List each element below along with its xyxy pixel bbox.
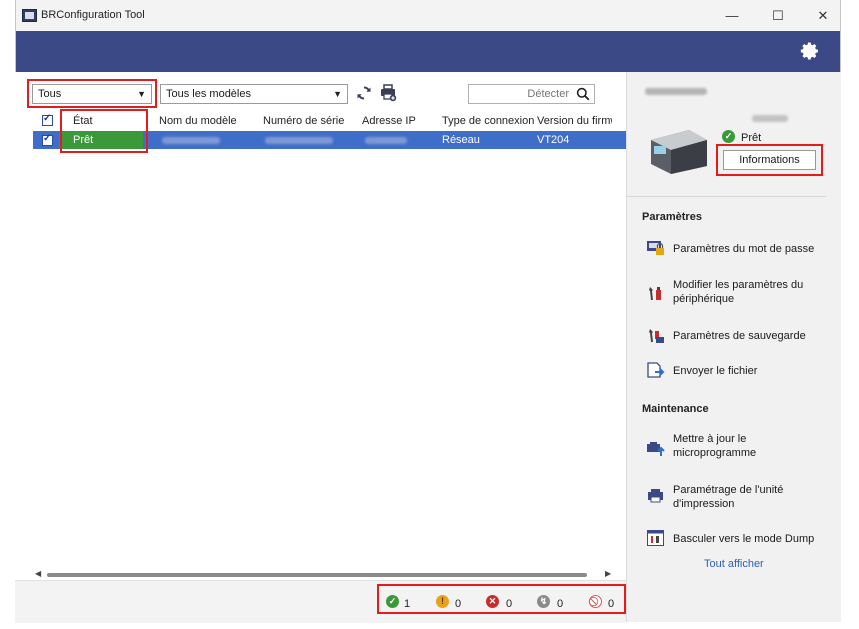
check-circle-icon: ✓ xyxy=(386,595,399,608)
informations-button[interactable]: Informations xyxy=(723,150,816,170)
maintenance-section-title: Maintenance xyxy=(642,403,709,415)
firmware-update-icon xyxy=(647,442,665,456)
detect-input[interactable] xyxy=(469,85,569,103)
model-name-redacted xyxy=(162,137,220,144)
password-settings-link[interactable]: Paramètres du mot de passe xyxy=(673,242,814,256)
firmware-update-link[interactable]: Mettre à jour le microprogramme xyxy=(673,432,756,460)
print-unit-settings-link[interactable]: Paramétrage de l'unité d'impression xyxy=(673,483,783,511)
table-header: État Nom du modèle Numéro de série Adres… xyxy=(15,111,626,131)
gear-icon[interactable] xyxy=(799,40,821,62)
column-header-connection[interactable]: Type de connexion xyxy=(442,115,534,127)
dump-mode-icon xyxy=(647,530,664,546)
close-button[interactable]: ✕ xyxy=(811,7,835,25)
backup-settings-link[interactable]: Paramètres de sauvegarde xyxy=(673,329,806,343)
refresh-icon[interactable] xyxy=(356,85,372,101)
status-filter-select[interactable]: Tous ▼ xyxy=(32,84,152,104)
device-list-area xyxy=(15,72,626,622)
show-all-link[interactable]: Tout afficher xyxy=(704,557,764,571)
device-ip-redacted xyxy=(752,115,788,122)
device-settings-icon xyxy=(649,287,661,300)
title-bar: BRConfiguration Tool — ☐ ✕ xyxy=(16,0,840,31)
settings-section-title: Paramètres xyxy=(642,211,702,223)
search-icon[interactable] xyxy=(576,87,590,101)
error-icon: ✕ xyxy=(486,595,499,608)
device-name-redacted xyxy=(645,88,707,95)
column-header-serial[interactable]: Numéro de série xyxy=(263,115,344,127)
column-header-status[interactable]: État xyxy=(73,115,93,127)
column-header-firmware[interactable]: Version du firmwa xyxy=(537,115,612,127)
model-filter-select[interactable]: Tous les modèles ▼ xyxy=(160,84,348,104)
detect-search-field[interactable] xyxy=(468,84,595,104)
chevron-down-icon: ▼ xyxy=(137,89,146,99)
password-settings-icon xyxy=(647,241,664,255)
scroll-right-icon[interactable]: ▶ xyxy=(605,569,611,578)
header-band xyxy=(16,31,840,72)
scroll-left-icon[interactable]: ◀ xyxy=(35,569,41,578)
model-filter-value: Tous les modèles xyxy=(166,88,251,100)
status-filter-value: Tous xyxy=(38,88,62,100)
status-bar xyxy=(15,580,626,623)
serial-number-redacted xyxy=(265,137,333,144)
print-unit-settings-icon xyxy=(648,489,663,503)
maximize-button[interactable]: ☐ xyxy=(766,7,790,25)
offline-count: 0 xyxy=(557,598,564,610)
ip-address-redacted xyxy=(365,137,407,144)
horizontal-scrollbar[interactable]: ◀ ▶ xyxy=(35,569,626,580)
chevron-down-icon: ▼ xyxy=(333,89,342,99)
status-cell: Prêt xyxy=(59,131,143,149)
window-title: BRConfiguration Tool xyxy=(41,9,145,21)
row-checkbox[interactable] xyxy=(42,133,53,146)
firmware-cell: VT204 xyxy=(537,134,570,146)
column-header-ip[interactable]: Adresse IP xyxy=(362,115,416,127)
ok-count: 1 xyxy=(404,598,411,610)
device-settings-link[interactable]: Modifier les paramètres du périphérique xyxy=(673,278,803,306)
warning-count: 0 xyxy=(455,598,462,610)
select-all-checkbox[interactable] xyxy=(42,113,53,126)
error-count: 0 xyxy=(506,598,513,610)
connection-cell: Réseau xyxy=(442,134,480,146)
disabled-count: 0 xyxy=(608,598,615,610)
dump-mode-link[interactable]: Basculer vers le mode Dump xyxy=(673,532,814,546)
minimize-button[interactable]: — xyxy=(720,7,744,25)
send-file-link[interactable]: Envoyer le fichier xyxy=(673,364,757,378)
printer-image xyxy=(651,130,707,174)
table-row[interactable]: Prêt Réseau VT204 xyxy=(33,131,626,149)
backup-settings-icon xyxy=(649,329,664,343)
printer-add-icon[interactable] xyxy=(378,83,398,102)
divider xyxy=(627,196,826,197)
disabled-icon: ⃠ xyxy=(589,595,602,608)
send-file-icon xyxy=(647,362,665,378)
scrollbar-thumb[interactable] xyxy=(47,573,587,577)
warning-icon: ! xyxy=(436,595,449,608)
device-status-text: Prêt xyxy=(741,132,762,144)
offline-icon: ↯ xyxy=(537,595,550,608)
column-header-model[interactable]: Nom du modèle xyxy=(159,115,237,127)
check-circle-icon: ✓ xyxy=(722,130,735,143)
app-logo-icon xyxy=(22,9,37,22)
status-badge: Prêt xyxy=(73,134,94,146)
